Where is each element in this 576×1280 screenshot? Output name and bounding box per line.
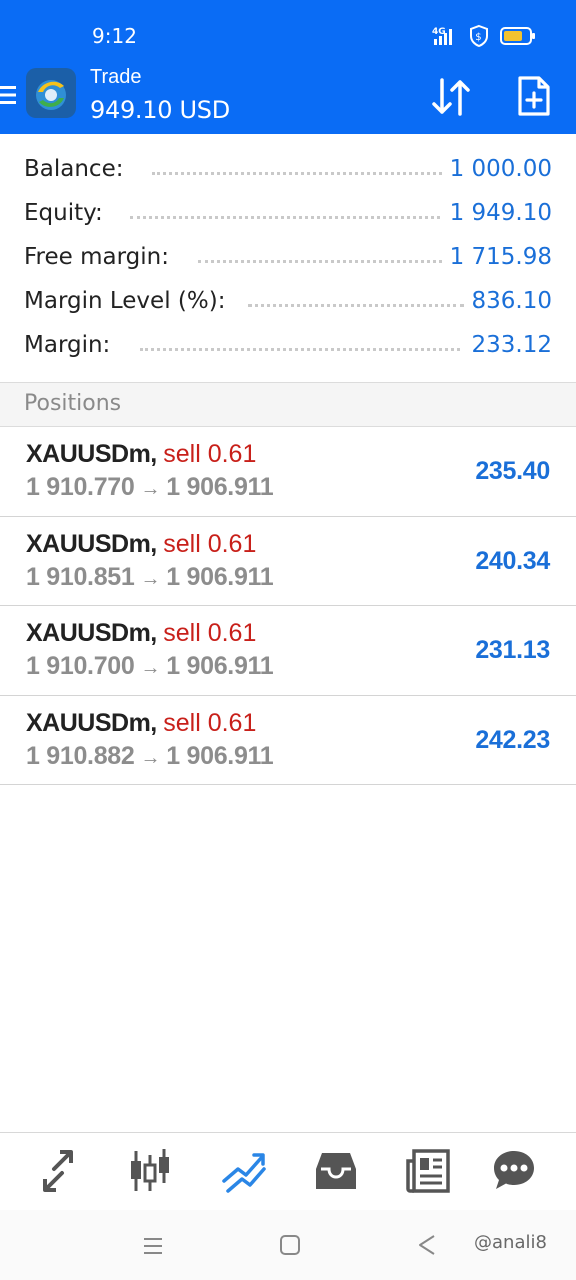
arrow-right-icon: → (140, 478, 161, 500)
position-direction: sell 0.61 (163, 708, 257, 737)
nav-trade-button[interactable] (220, 1147, 268, 1195)
summary-row-margin-level: Margin Level (%): 836.10 (0, 280, 576, 324)
dotted-leader (130, 216, 440, 219)
summary-label: Margin: (24, 332, 111, 358)
account-summary: Balance: 1 000.00 Equity: 1 949.10 Free … (0, 148, 576, 368)
position-profit: 242.23 (475, 725, 550, 754)
dotted-leader (248, 304, 464, 307)
current-price: 1 906.911 (166, 473, 274, 501)
sort-button[interactable] (428, 74, 474, 120)
position-header: XAUUSDm, sell 0.61 (26, 440, 257, 468)
quotes-icon (43, 1150, 73, 1192)
summary-label: Margin Level (%): (24, 288, 226, 314)
position-header: XAUUSDm, sell 0.61 (26, 529, 257, 558)
account-balance-title: 949.10 USD (90, 96, 230, 124)
sort-icon (432, 78, 470, 116)
position-row[interactable]: XAUUSDm, sell 0.61 1 910.770 → 1 906.911 23… (0, 427, 576, 517)
status-time: 9:12 (92, 24, 137, 48)
news-icon (406, 1149, 450, 1193)
current-price: 1 906.911 (166, 652, 274, 680)
position-row[interactable]: XAUUSDm, sell 0.61 1 910.851 → 1 906.911 24… (0, 517, 576, 606)
svg-text:4G: 4G (432, 27, 446, 37)
nav-quotes-button[interactable] (34, 1147, 82, 1195)
svg-text:$: $ (475, 32, 481, 43)
position-direction: sell 0.61 (163, 529, 257, 558)
summary-value: 233.12 (471, 332, 552, 358)
signal-icon: 4G (432, 25, 458, 52)
summary-label: Equity: (24, 200, 103, 226)
nav-chart-button[interactable] (126, 1147, 174, 1195)
open-price: 1 910.700 (26, 652, 135, 680)
positions-title: Positions (24, 391, 122, 416)
dotted-leader (198, 260, 442, 263)
summary-row-free-margin: Free margin: 1 715.98 (0, 236, 576, 280)
position-row[interactable]: XAUUSDm, sell 0.61 1 910.700 → 1 906.911 23… (0, 606, 576, 696)
position-prices: 1 910.882 → 1 906.911 (26, 741, 274, 771)
position-symbol: XAUUSDm (26, 529, 151, 558)
position-symbol: XAUUSDm (26, 619, 151, 647)
page-title: Trade (90, 66, 142, 88)
menu-icon[interactable] (0, 84, 16, 106)
open-price: 1 910.851 (26, 562, 135, 591)
chart-icon (131, 1149, 169, 1191)
app-logo-icon (26, 68, 76, 118)
summary-row-equity: Equity: 1 949.10 (0, 192, 576, 236)
summary-value: 1 715.98 (449, 244, 552, 270)
chat-icon (494, 1151, 534, 1189)
position-header: XAUUSDm, sell 0.61 (26, 708, 257, 737)
new-order-button[interactable] (514, 74, 554, 118)
arrow-right-icon: → (140, 746, 161, 769)
recents-button[interactable] (140, 1232, 168, 1260)
summary-value: 836.10 (471, 288, 552, 314)
dotted-leader (140, 348, 460, 351)
arrow-right-icon: → (140, 657, 161, 679)
new-order-icon (518, 76, 550, 116)
current-price: 1 906.911 (166, 562, 274, 591)
battery-icon (500, 26, 536, 51)
position-direction: sell 0.61 (163, 619, 257, 647)
position-prices: 1 910.700 → 1 906.911 (26, 652, 274, 681)
history-icon (316, 1153, 356, 1189)
summary-value: 1 000.00 (449, 156, 552, 182)
summary-value: 1 949.10 (449, 200, 552, 226)
back-button[interactable] (414, 1232, 442, 1260)
position-row[interactable]: XAUUSDm, sell 0.61 1 910.882 → 1 906.911 24… (0, 696, 576, 785)
summary-label: Free margin: (24, 244, 169, 270)
current-price: 1 906.911 (166, 741, 274, 770)
position-profit: 240.34 (475, 546, 550, 575)
position-prices: 1 910.770 → 1 906.911 (26, 473, 274, 502)
watermark-text: @anali8 (474, 1232, 547, 1253)
positions-list: XAUUSDm, sell 0.61 1 910.770 → 1 906.911 23… (0, 427, 576, 785)
summary-row-margin: Margin: 233.12 (0, 324, 576, 368)
menu-lines-icon (144, 1238, 162, 1254)
status-icons: 4G $ (432, 24, 536, 53)
square-icon (280, 1235, 300, 1255)
home-button[interactable] (278, 1232, 306, 1260)
position-symbol: XAUUSDm (26, 440, 151, 468)
dotted-leader (152, 172, 442, 175)
nav-history-button[interactable] (312, 1147, 360, 1195)
back-triangle-icon (419, 1235, 435, 1255)
position-profit: 231.13 (475, 636, 550, 664)
arrow-right-icon: → (140, 567, 161, 590)
trade-icon (222, 1153, 266, 1193)
position-profit: 235.40 (475, 457, 550, 485)
bottom-nav (0, 1132, 576, 1210)
open-price: 1 910.770 (26, 473, 135, 501)
nav-news-button[interactable] (404, 1147, 452, 1195)
nav-chat-button[interactable] (490, 1147, 538, 1195)
position-direction: sell 0.61 (163, 440, 257, 468)
positions-section-header: Positions (0, 382, 576, 427)
vpn-icon: $ (468, 24, 490, 53)
summary-row-balance: Balance: 1 000.00 (0, 148, 576, 192)
position-symbol: XAUUSDm (26, 708, 151, 737)
app-header: 9:12 4G $ Trade 949.10 USD (0, 0, 576, 134)
summary-label: Balance: (24, 156, 124, 182)
position-prices: 1 910.851 → 1 906.911 (26, 562, 274, 592)
position-header: XAUUSDm, sell 0.61 (26, 619, 257, 647)
open-price: 1 910.882 (26, 741, 135, 770)
